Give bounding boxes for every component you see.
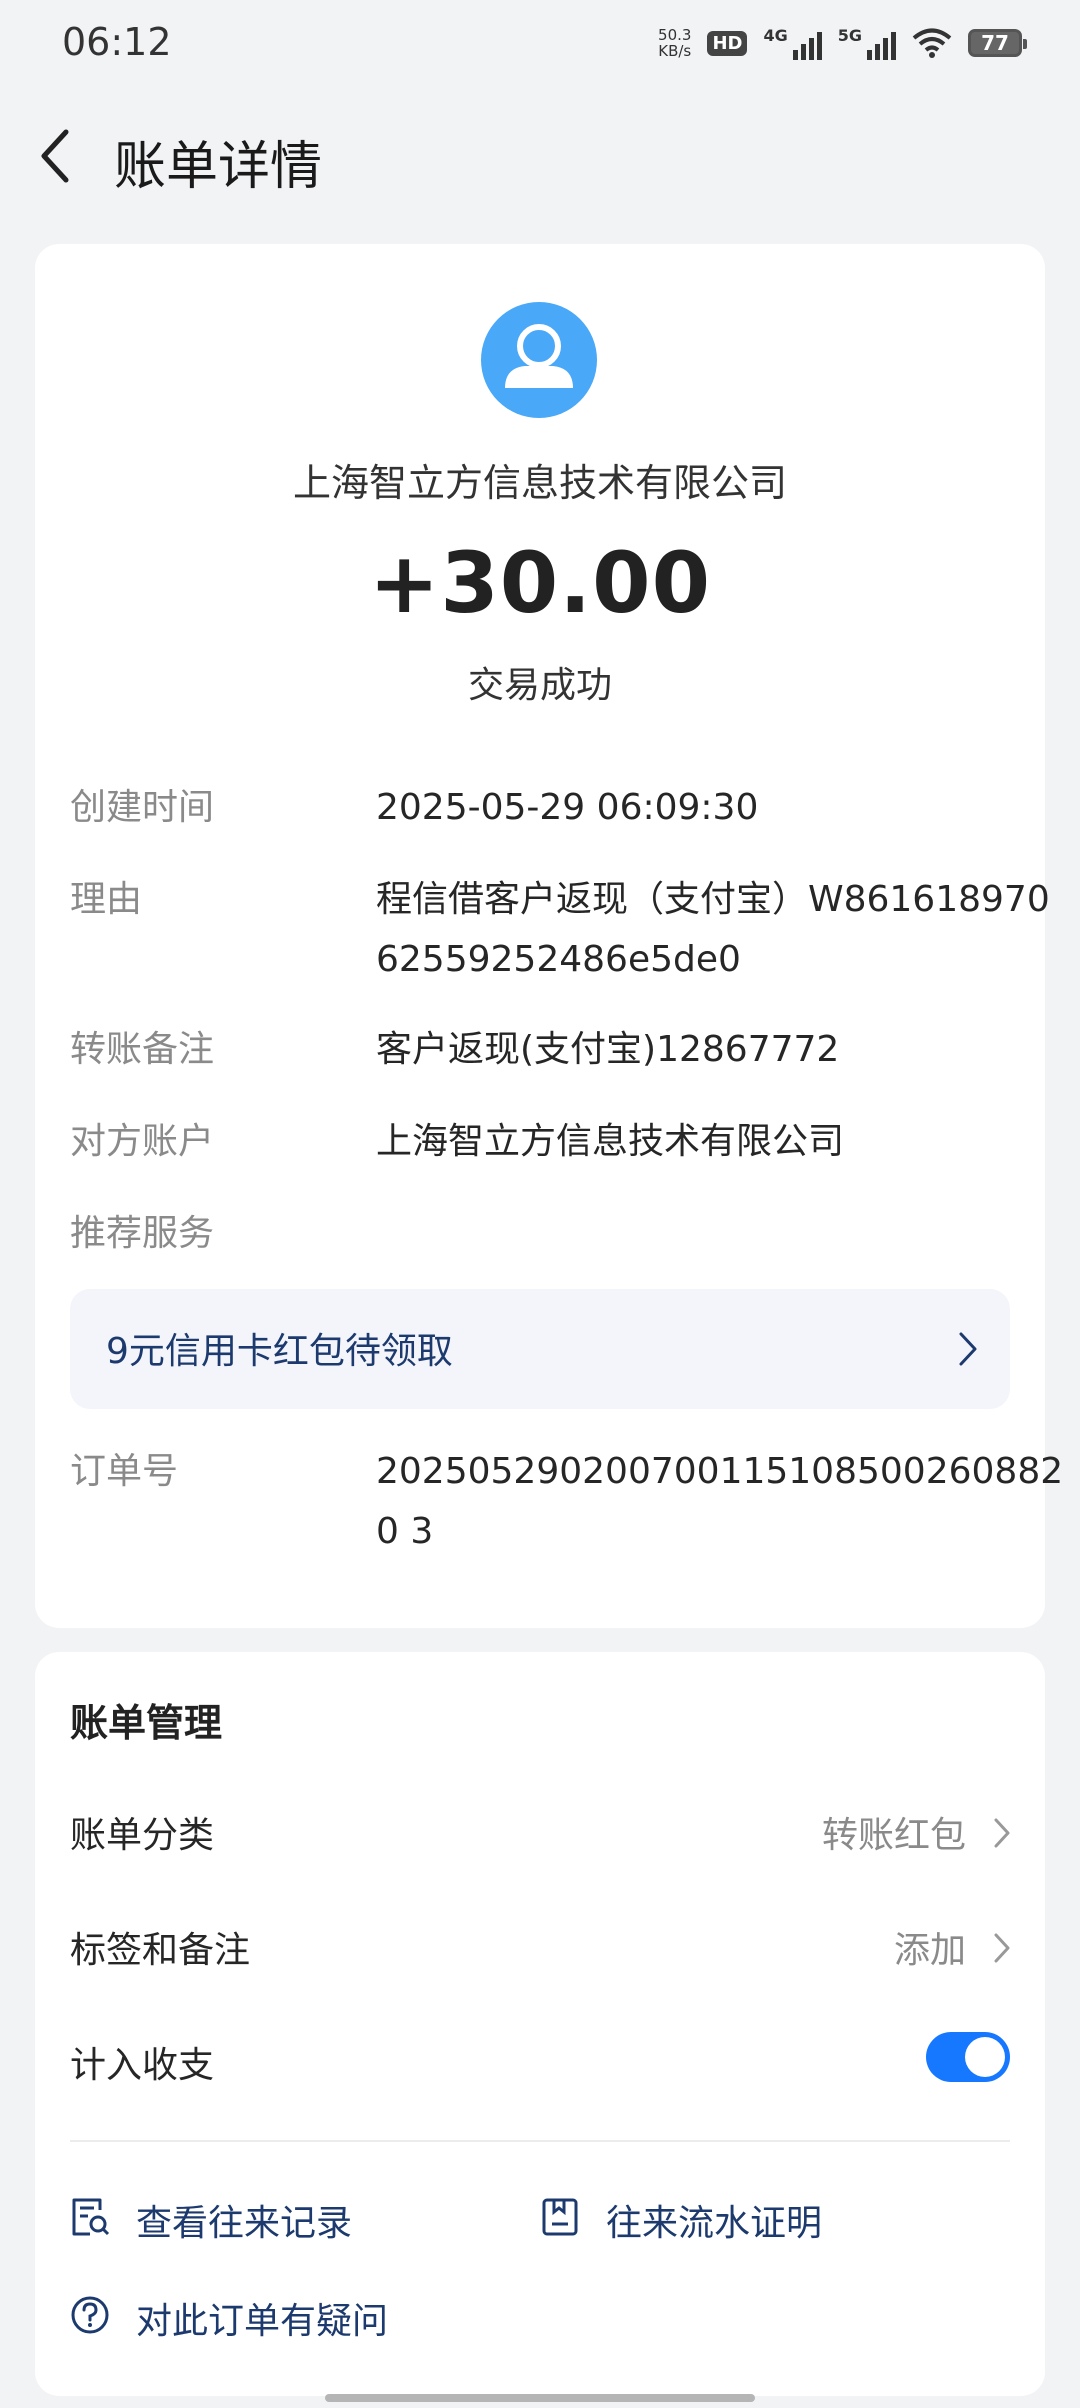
view-records-link[interactable]: 查看往来记录 bbox=[70, 2192, 490, 2244]
header: 账单详情 bbox=[0, 110, 1080, 200]
chevron-right-icon bbox=[994, 1933, 1010, 1963]
document-icon bbox=[542, 2198, 578, 2236]
signal-4g-icon: 4G bbox=[763, 26, 822, 60]
promo-banner[interactable]: 9元信用卡红包待领取 bbox=[70, 1289, 1010, 1409]
bill-detail-card: 上海智立方信息技术有限公司 +30.00 交易成功 创建时间 2025-05-2… bbox=[35, 244, 1063, 1628]
records-search-icon bbox=[72, 2198, 110, 2236]
signal-5g-icon: 5G bbox=[838, 26, 896, 60]
statement-proof-link[interactable]: 往来流水证明 bbox=[540, 2192, 960, 2244]
hd-icon: HD bbox=[707, 30, 748, 56]
include-toggle[interactable] bbox=[926, 2032, 1010, 2082]
bill-management-card: 账单管理 账单分类 转账红包 标签和备注 添加 计入收支 查看往来记录 往来流水… bbox=[35, 1652, 1045, 2396]
transaction-status: 交易成功 bbox=[467, 665, 612, 706]
network-speed: 50.3 KB/s bbox=[658, 26, 692, 60]
include-in-budget-row: 计入收支 bbox=[70, 2030, 1010, 2090]
back-arrow-icon[interactable] bbox=[36, 128, 76, 184]
wifi-icon bbox=[912, 28, 952, 58]
bill-category-row[interactable]: 账单分类 转账红包 bbox=[70, 1800, 1010, 1860]
tags-notes-row[interactable]: 标签和备注 添加 bbox=[70, 1915, 1010, 1975]
avatar-icon bbox=[481, 302, 597, 418]
page-title: 账单详情 bbox=[114, 137, 323, 197]
counterparty-name: 上海智立方信息技术有限公司 bbox=[292, 461, 787, 505]
battery-icon: 77 bbox=[968, 29, 1027, 57]
home-indicator[interactable] bbox=[325, 2394, 755, 2402]
question-circle-icon bbox=[71, 2296, 109, 2334]
section-title: 账单管理 bbox=[70, 1701, 223, 1745]
status-bar: 06:12 50.3 KB/s HD 4G 5G 77 bbox=[0, 0, 1080, 86]
divider bbox=[70, 2140, 1010, 2142]
chevron-right-icon bbox=[959, 1332, 977, 1366]
status-icons: 50.3 KB/s HD 4G 5G 77 bbox=[658, 22, 1027, 64]
amount: +30.00 bbox=[368, 534, 712, 632]
promo-text: 9元信用卡红包待领取 bbox=[106, 1331, 453, 1372]
chevron-right-icon bbox=[994, 1818, 1010, 1848]
order-question-link[interactable]: 对此订单有疑问 bbox=[70, 2290, 490, 2342]
status-time: 06:12 bbox=[62, 20, 172, 64]
